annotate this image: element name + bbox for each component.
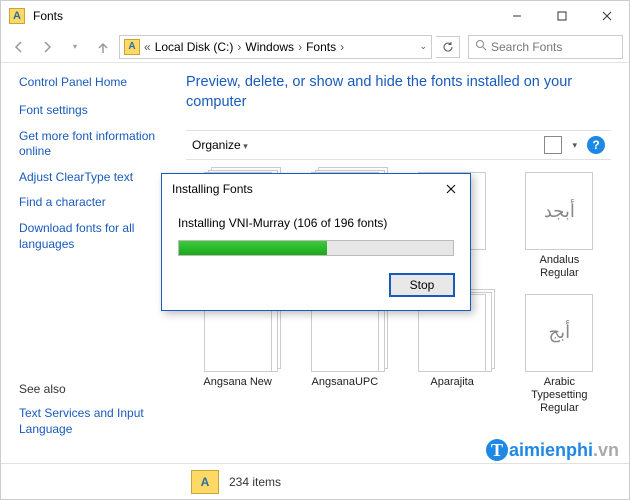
- search-icon: [475, 39, 487, 54]
- address-bar: ▾ A « Local Disk (C:) › Windows › Fonts …: [1, 31, 629, 63]
- sidebar-link-download-fonts[interactable]: Download fonts for all languages: [19, 221, 168, 252]
- sidebar: Control Panel Home Font settings Get mor…: [1, 63, 176, 463]
- watermark-icon: T: [486, 439, 508, 461]
- status-bar: A 234 items: [1, 463, 629, 499]
- control-panel-home-link[interactable]: Control Panel Home: [19, 75, 168, 89]
- sidebar-link-cleartype[interactable]: Adjust ClearType text: [19, 170, 168, 186]
- font-label: AngsanaUPC: [312, 376, 379, 389]
- back-button[interactable]: [7, 35, 31, 59]
- view-options-button[interactable]: [544, 136, 562, 154]
- dialog-close-button[interactable]: [442, 180, 460, 198]
- dropdown-icon[interactable]: ▾: [572, 140, 577, 151]
- font-item[interactable]: أبجArabic Typesetting Regular: [508, 294, 611, 421]
- recent-button[interactable]: ▾: [63, 35, 87, 59]
- maximize-button[interactable]: [539, 1, 584, 31]
- page-heading: Preview, delete, or show and hide the fo…: [186, 73, 611, 112]
- close-button[interactable]: [584, 1, 629, 31]
- sidebar-link-find-char[interactable]: Find a character: [19, 195, 168, 211]
- stop-button[interactable]: Stop: [390, 274, 454, 296]
- sidebar-link-more-info[interactable]: Get more font information online: [19, 129, 168, 160]
- sidebar-link-text-services[interactable]: Text Services and Input Language: [19, 406, 168, 437]
- item-count: 234 items: [229, 475, 281, 489]
- font-item[interactable]: Aparajita: [401, 294, 504, 421]
- breadcrumb-prefix: «: [142, 40, 153, 54]
- up-button[interactable]: [91, 35, 115, 59]
- watermark-suffix: .vn: [593, 440, 619, 461]
- font-thumb: أبجد: [525, 172, 593, 250]
- installing-fonts-dialog: Installing Fonts Installing VNI-Murray (…: [161, 173, 471, 311]
- organize-menu[interactable]: Organize: [192, 138, 248, 152]
- dropdown-icon[interactable]: ⌄: [419, 41, 427, 52]
- see-also-label: See also: [19, 382, 168, 396]
- font-label: Arabic Typesetting Regular: [519, 376, 599, 416]
- breadcrumb-part[interactable]: Local Disk (C:): [155, 40, 234, 54]
- chevron-right-icon: ›: [338, 40, 346, 54]
- toolbar: Organize ▾ ?: [186, 130, 611, 160]
- watermark: T aimienphi.vn: [486, 439, 619, 461]
- font-item[interactable]: AngsanaUPC: [293, 294, 396, 421]
- chevron-right-icon: ›: [235, 40, 243, 54]
- dialog-title: Installing Fonts: [172, 182, 253, 196]
- font-item[interactable]: أبجد Andalus Regular: [508, 172, 611, 285]
- breadcrumb[interactable]: A « Local Disk (C:) › Windows › Fonts › …: [119, 35, 432, 59]
- folder-icon: A: [191, 470, 219, 494]
- refresh-button[interactable]: [436, 36, 460, 58]
- watermark-text: aimienphi: [509, 440, 593, 461]
- forward-button[interactable]: [35, 35, 59, 59]
- progress-bar: [178, 240, 454, 256]
- font-label: Angsana New: [203, 376, 272, 389]
- font-thumb: أبج: [525, 294, 593, 372]
- breadcrumb-part[interactable]: Fonts: [306, 40, 336, 54]
- font-label: Andalus Regular: [519, 254, 599, 280]
- chevron-right-icon: ›: [296, 40, 304, 54]
- install-status-text: Installing VNI-Murray (106 of 196 fonts): [178, 216, 454, 230]
- help-button[interactable]: ?: [587, 136, 605, 154]
- window-title: Fonts: [33, 9, 63, 23]
- font-label: Aparajita: [430, 376, 473, 389]
- sidebar-link-font-settings[interactable]: Font settings: [19, 103, 168, 119]
- search-placeholder: Search Fonts: [491, 40, 562, 54]
- title-bar: A Fonts: [1, 1, 629, 31]
- search-input[interactable]: Search Fonts: [468, 35, 623, 59]
- progress-fill: [179, 241, 327, 255]
- app-icon: A: [9, 8, 25, 24]
- font-item[interactable]: Angsana New: [186, 294, 289, 421]
- breadcrumb-icon: A: [124, 39, 140, 55]
- breadcrumb-part[interactable]: Windows: [245, 40, 294, 54]
- minimize-button[interactable]: [494, 1, 539, 31]
